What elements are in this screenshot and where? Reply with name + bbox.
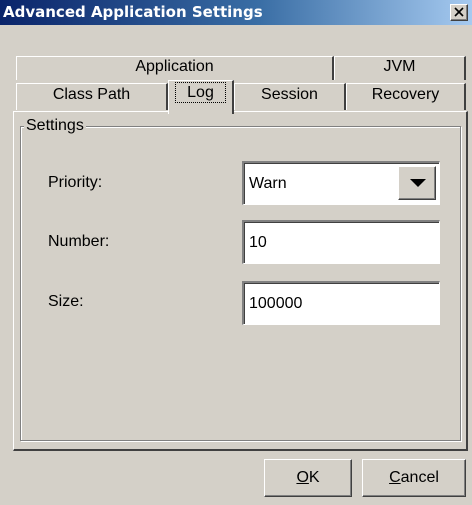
size-value: 100000: [249, 295, 303, 312]
tab-recovery-label: Recovery: [371, 86, 440, 103]
priority-value: Warn: [249, 175, 287, 192]
tab-class-path-label: Class Path: [52, 86, 131, 103]
number-input[interactable]: 10: [242, 220, 440, 264]
ok-label-rest: K: [308, 469, 320, 486]
number-label: Number:: [48, 233, 110, 250]
tab-application-label: Application: [135, 58, 214, 75]
tab-log[interactable]: Log: [168, 80, 234, 114]
size-input[interactable]: 100000: [242, 281, 440, 325]
priority-dropdown-button[interactable]: [398, 166, 436, 200]
tab-log-label: Log: [175, 82, 226, 103]
tab-session[interactable]: Session: [234, 83, 346, 110]
priority-label: Priority:: [48, 174, 103, 191]
cancel-label-rest: ancel: [400, 469, 439, 486]
tab-jvm-label: JVM: [383, 58, 416, 75]
tab-application[interactable]: Application: [16, 56, 334, 80]
window-title: Advanced Application Settings: [3, 3, 263, 21]
ok-mnemonic: O: [296, 469, 309, 486]
cancel-button[interactable]: Cancel: [362, 459, 466, 497]
tab-recovery[interactable]: Recovery: [346, 83, 466, 110]
size-label: Size:: [48, 293, 84, 310]
cancel-mnemonic: C: [389, 469, 401, 486]
tab-class-path[interactable]: Class Path: [16, 83, 168, 110]
close-icon: [454, 7, 464, 17]
settings-group-label: Settings: [24, 117, 86, 135]
close-button[interactable]: [450, 4, 468, 21]
tab-session-label: Session: [261, 86, 318, 103]
number-value: 10: [249, 234, 267, 251]
tab-jvm[interactable]: JVM: [334, 56, 466, 80]
ok-button[interactable]: OK: [264, 459, 352, 497]
title-bar[interactable]: Advanced Application Settings: [0, 0, 472, 25]
advanced-settings-dialog: Advanced Application Settings Applicatio…: [0, 0, 472, 505]
triangle-down-icon: [410, 179, 426, 187]
priority-dropdown[interactable]: Warn: [242, 161, 440, 205]
